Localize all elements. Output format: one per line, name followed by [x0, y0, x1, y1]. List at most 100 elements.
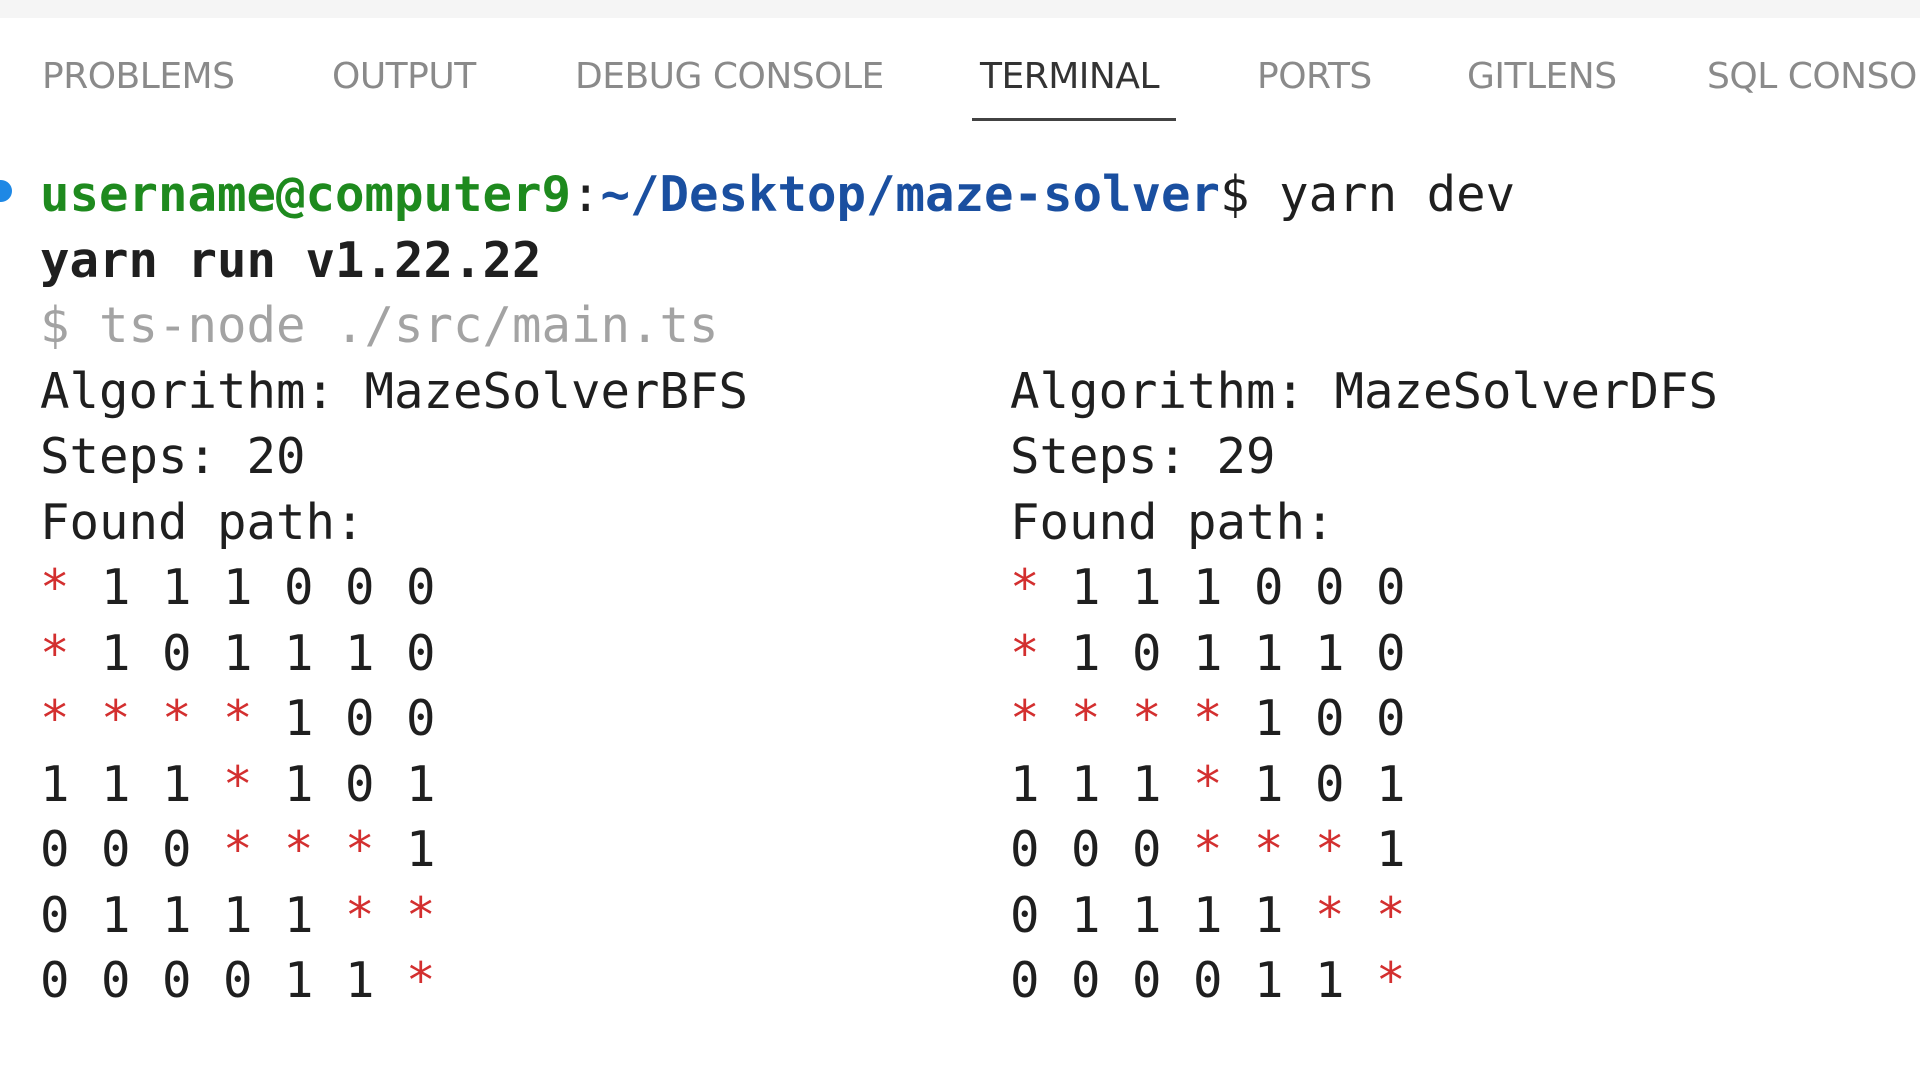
- tab-sql-console[interactable]: SQL CONSO: [1707, 54, 1917, 100]
- maze-cell: 1: [284, 690, 314, 747]
- maze-path-cell: *: [1315, 821, 1345, 878]
- maze-cell: 0: [1376, 559, 1406, 616]
- maze-cell: 0: [1193, 952, 1223, 1009]
- panel-tab-bar: PROBLEMS OUTPUT DEBUG CONSOLE TERMINAL P…: [0, 18, 1920, 130]
- maze-cell: 0: [223, 952, 253, 1009]
- maze-row: 0 0 0 0 1 1 *: [40, 948, 467, 1014]
- maze-path-cell: *: [1010, 690, 1040, 747]
- maze-cell: 1: [223, 624, 253, 682]
- maze-cell: 1: [101, 755, 131, 813]
- maze-path-cell: *: [101, 690, 131, 747]
- maze-cell: 0: [1071, 952, 1101, 1009]
- maze-path-cell: *: [406, 886, 436, 944]
- maze-cell: 1: [101, 624, 131, 682]
- maze-cell: 0: [162, 821, 192, 878]
- maze-cell: 0: [1010, 886, 1040, 944]
- bfs-steps-label: Steps: 20: [40, 428, 306, 485]
- maze-cell: 0: [406, 559, 436, 616]
- terminal-output[interactable]: username@computer9:~/Desktop/maze-solver…: [0, 130, 1920, 1080]
- command-status-dot-icon[interactable]: [0, 180, 12, 202]
- maze-cell: 1: [1132, 559, 1162, 616]
- panel-top-strip: [0, 0, 1920, 18]
- maze-cell: 0: [406, 624, 436, 682]
- maze-row: * 1 1 1 0 0 0: [40, 555, 467, 621]
- maze-path-cell: *: [223, 755, 253, 813]
- prompt-symbol: $: [1220, 166, 1280, 223]
- maze-row: 1 1 1 * 1 0 1: [40, 752, 467, 818]
- maze-path-cell: *: [345, 886, 375, 944]
- maze-cell: 1: [223, 559, 253, 616]
- tab-debug-console[interactable]: DEBUG CONSOLE: [575, 54, 884, 100]
- maze-cell: 0: [40, 821, 70, 878]
- maze-cell: 1: [1071, 886, 1101, 944]
- maze-cell: 1: [162, 559, 192, 616]
- maze-path-cell: *: [1254, 821, 1284, 878]
- maze-path-cell: *: [406, 952, 436, 1009]
- prompt-user: username@computer9: [40, 166, 572, 223]
- maze-cell: 0: [1132, 624, 1162, 682]
- maze-cell: 1: [101, 886, 131, 944]
- dfs-steps-label: Steps: 29: [1010, 428, 1276, 485]
- maze-path-cell: *: [1376, 952, 1406, 1009]
- maze-path-cell: *: [40, 690, 70, 747]
- maze-cell: 1: [162, 886, 192, 944]
- maze-cell: 1: [1376, 755, 1406, 813]
- maze-cell: 1: [1193, 886, 1223, 944]
- maze-row: 0 0 0 0 1 1 *: [1010, 948, 1437, 1014]
- maze-cell: 1: [1254, 952, 1284, 1009]
- yarn-version-line: yarn run v1.22.22: [40, 232, 542, 289]
- maze-cell: 1: [284, 952, 314, 1009]
- tab-output[interactable]: OUTPUT: [332, 54, 476, 100]
- maze-row: 0 0 0 * * * 1: [40, 817, 467, 883]
- maze-cell: 1: [406, 821, 436, 878]
- bfs-found-path-label: Found path:: [40, 494, 365, 551]
- maze-path-cell: *: [1376, 886, 1406, 944]
- maze-cell: 0: [1315, 559, 1345, 616]
- tab-ports[interactable]: PORTS: [1257, 54, 1372, 100]
- maze-row: 1 1 1 * 1 0 1: [1010, 752, 1437, 818]
- active-tab-indicator: [972, 118, 1176, 121]
- maze-cell: 0: [40, 952, 70, 1009]
- maze-cell: 0: [1010, 952, 1040, 1009]
- maze-cell: 1: [1193, 624, 1223, 682]
- maze-cell: 0: [101, 952, 131, 1009]
- maze-cell: 1: [1071, 755, 1101, 813]
- prompt-separator: :: [571, 166, 601, 223]
- maze-cell: 1: [1193, 559, 1223, 616]
- bfs-algorithm-label: Algorithm: MazeSolverBFS: [40, 363, 749, 420]
- maze-cell: 1: [284, 755, 314, 813]
- tab-problems[interactable]: PROBLEMS: [42, 54, 235, 100]
- maze-cell: 0: [1132, 821, 1162, 878]
- tab-gitlens[interactable]: GITLENS: [1467, 54, 1617, 100]
- maze-cell: 1: [101, 559, 131, 616]
- maze-cell: 1: [162, 755, 192, 813]
- maze-path-cell: *: [1193, 690, 1223, 747]
- maze-row: 0 0 0 * * * 1: [1010, 817, 1437, 883]
- tab-terminal[interactable]: TERMINAL: [980, 54, 1160, 100]
- maze-cell: 0: [40, 886, 70, 944]
- maze-cell: 1: [284, 886, 314, 944]
- maze-path-cell: *: [284, 821, 314, 878]
- script-line: $ ts-node ./src/main.ts: [40, 297, 719, 354]
- maze-cell: 0: [284, 559, 314, 616]
- maze-cell: 1: [40, 755, 70, 813]
- maze-cell: 1: [1254, 755, 1284, 813]
- maze-cell: 1: [1254, 690, 1284, 747]
- maze-cell: 0: [1071, 821, 1101, 878]
- maze-cell: 1: [1010, 755, 1040, 813]
- maze-cell: 1: [223, 886, 253, 944]
- maze-path-cell: *: [162, 690, 192, 747]
- maze-path-cell: *: [40, 624, 70, 682]
- maze-path-cell: *: [1071, 690, 1101, 747]
- prompt-path: ~/Desktop/maze-solver: [600, 166, 1221, 223]
- maze-path-cell: *: [1010, 559, 1040, 616]
- maze-cell: 1: [284, 624, 314, 682]
- maze-path-cell: *: [223, 690, 253, 747]
- maze-path-cell: *: [1010, 624, 1040, 682]
- maze-cell: 1: [345, 952, 375, 1009]
- maze-cell: 1: [1132, 755, 1162, 813]
- maze-row: * 1 0 1 1 1 0: [1010, 621, 1437, 687]
- maze-cell: 1: [1376, 821, 1406, 878]
- maze-cell: 0: [162, 952, 192, 1009]
- maze-path-cell: *: [1193, 755, 1223, 813]
